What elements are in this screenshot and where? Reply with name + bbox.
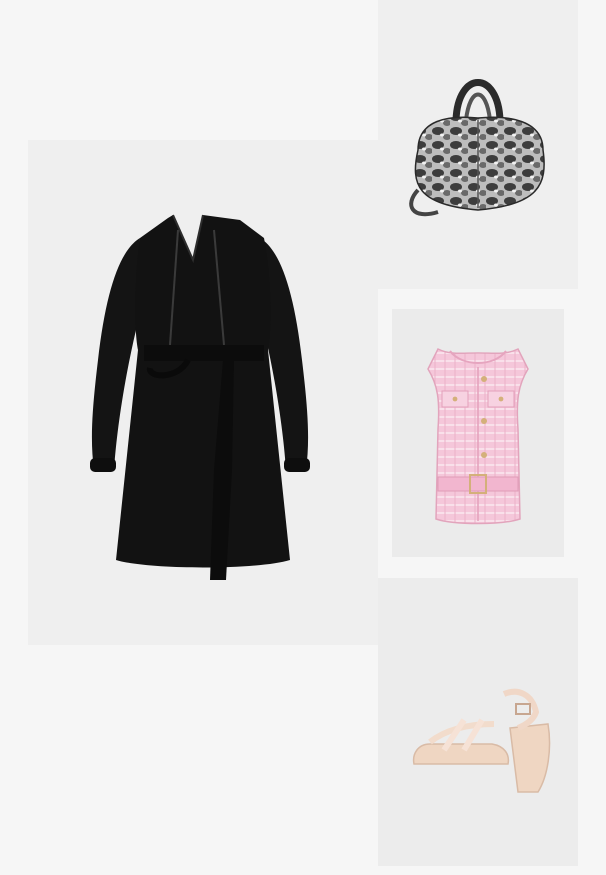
- pink-tweed-vest-image: [427, 347, 529, 525]
- snakeskin-bag-image: [409, 79, 545, 217]
- product-tile-vest[interactable]: [392, 309, 564, 557]
- dress-image: [90, 214, 310, 580]
- product-tile-dress[interactable]: [28, 140, 378, 645]
- product-tile-bag[interactable]: [378, 0, 578, 289]
- product-tile-sandal[interactable]: [378, 578, 578, 866]
- nude-platform-sandal-image: [412, 688, 551, 793]
